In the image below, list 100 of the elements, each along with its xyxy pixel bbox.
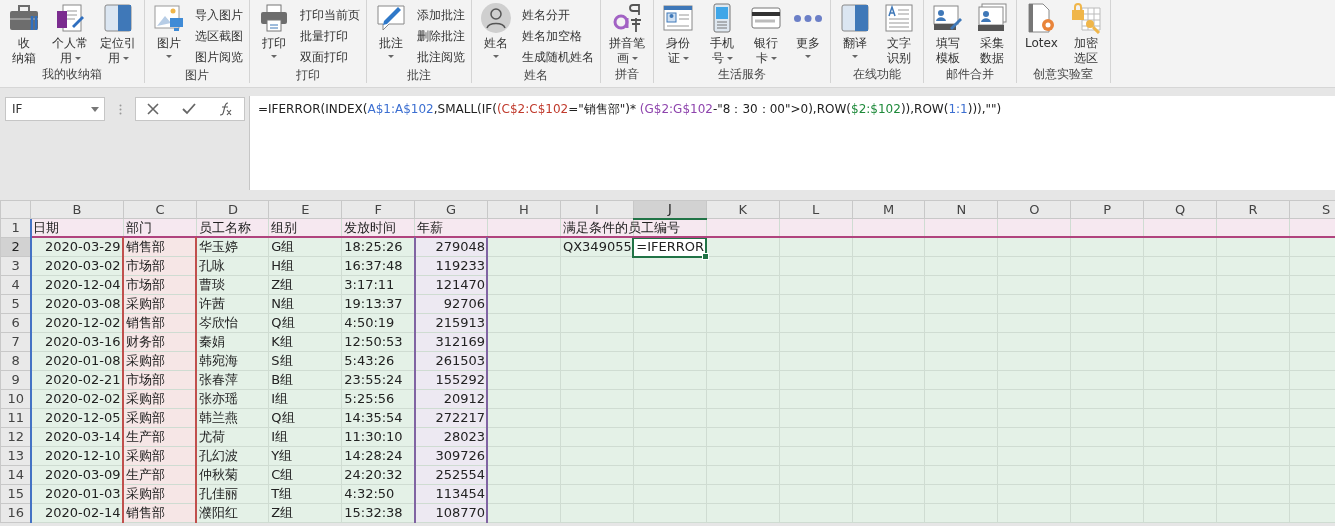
ribbon-menu-item[interactable]: 打印当前页	[298, 5, 362, 26]
ribbon-button[interactable]: 银行 卡	[746, 2, 786, 66]
ribbon-button[interactable]: 采集 数据	[972, 2, 1012, 66]
ribbon-button[interactable]: 更多	[790, 2, 826, 58]
ribbon-menu-item[interactable]: 批注阅览	[415, 47, 467, 68]
ribbon-button[interactable]: 翻译	[835, 2, 875, 58]
enter-icon[interactable]	[182, 103, 196, 115]
cell-text: K组	[271, 334, 293, 349]
row-header[interactable]: 6	[0, 313, 31, 333]
column-header[interactable]: R	[1216, 200, 1290, 219]
cell-text: B组	[271, 372, 294, 387]
group-label: 邮件合并	[945, 67, 995, 83]
split-panel-icon	[102, 2, 134, 34]
row-header[interactable]: 16	[0, 503, 31, 523]
row-header[interactable]: 12	[0, 427, 31, 447]
name-box[interactable]: IF	[5, 97, 105, 121]
cell-text: 2020-03-09	[44, 467, 121, 482]
ribbon-button[interactable]: 填写 模板	[928, 2, 968, 66]
cell-text: 财务部	[125, 334, 165, 349]
column-header[interactable]: J	[633, 200, 707, 219]
column-header[interactable]: S	[1289, 200, 1335, 219]
column-header[interactable]: O	[997, 200, 1071, 219]
row-header[interactable]: 11	[0, 408, 31, 428]
fill-handle[interactable]	[702, 252, 710, 260]
column-header[interactable]: D	[196, 200, 269, 219]
cell-text: 2020-01-08	[44, 353, 121, 368]
column-header[interactable]: L	[779, 200, 853, 219]
cell-text: 3:17:11	[344, 277, 395, 292]
cell-text: 309726	[435, 448, 486, 463]
ribbon-menu-item[interactable]: 姓名加空格	[520, 26, 596, 47]
column-header[interactable]: N	[925, 200, 998, 219]
cell-text: 5:43:26	[344, 353, 395, 368]
column-header[interactable]: F	[341, 200, 415, 219]
cell-text: 2020-02-02	[44, 391, 121, 406]
column-header[interactable]: Q	[1143, 200, 1217, 219]
column-header[interactable]: P	[1070, 200, 1144, 219]
row-header[interactable]: 15	[0, 484, 31, 504]
cell-text: 满足条件的员工编号	[562, 220, 680, 235]
column-header[interactable]: M	[852, 200, 925, 219]
ribbon-button[interactable]: 姓名	[476, 2, 516, 58]
ribbon-button[interactable]: 批注	[371, 2, 411, 58]
ribbon-menu-item[interactable]: 姓名分开	[520, 5, 596, 26]
row-header[interactable]: 2	[0, 237, 31, 257]
cell-text: 员工名称	[199, 220, 252, 235]
ribbon-button[interactable]: 打印	[254, 2, 294, 58]
ribbon-menu-item[interactable]: 生成随机姓名	[520, 47, 596, 68]
column-header[interactable]: H	[487, 200, 561, 219]
cell-text: 12:50:53	[344, 334, 403, 349]
formula-field[interactable]: =IFERROR(INDEX(A$1:A$102,SMALL(IF((C$2:C$102="销售部")* (G$2:G$102-"8：30：00">0),ROW($2:$102)),ROW(1:1))),"")	[249, 96, 1335, 190]
column-header[interactable]: B	[30, 200, 123, 219]
cell-text: Z组	[271, 505, 294, 520]
cell-text: 16:37:48	[344, 258, 403, 273]
row-header[interactable]: 8	[0, 351, 31, 371]
function-icon[interactable]	[218, 102, 233, 116]
ribbon-button[interactable]: 个人常 用	[48, 2, 92, 66]
ribbon-menu-item[interactable]: 双面打印	[298, 47, 362, 68]
ribbon-menu-item[interactable]: 选区截图	[193, 26, 245, 47]
cancel-icon[interactable]	[147, 103, 160, 115]
ribbon-menu-item[interactable]: 图片阅览	[193, 47, 245, 68]
row-header[interactable]: 13	[0, 446, 31, 466]
row-header[interactable]: 9	[0, 370, 31, 390]
ribbon-button[interactable]: 加密 选区	[1065, 2, 1106, 66]
ribbon-button[interactable]: Lotex	[1021, 2, 1062, 51]
ribbon-button[interactable]: 身份 证	[658, 2, 698, 66]
row-header[interactable]: 7	[0, 332, 31, 352]
ribbon-button[interactable]: 拼音笔 画	[605, 2, 649, 66]
cell-text: C组	[271, 467, 294, 482]
cell-text: 20912	[443, 391, 486, 406]
row-header[interactable]: 1	[0, 218, 31, 238]
cell-text: N组	[271, 296, 295, 311]
row-header[interactable]: 3	[0, 256, 31, 276]
row-header[interactable]: 10	[0, 389, 31, 409]
cell-text: 2020-02-14	[44, 505, 121, 520]
row-header[interactable]: 14	[0, 465, 31, 485]
column-header[interactable]: E	[268, 200, 342, 219]
ribbon-button[interactable]: 定位引 用	[96, 2, 140, 66]
row-header[interactable]: 4	[0, 275, 31, 295]
column-header[interactable]: I	[560, 200, 634, 219]
row-header[interactable]: 5	[0, 294, 31, 314]
ribbon-menu-item[interactable]: 批量打印	[298, 26, 362, 47]
cell-text: 发放时间	[344, 220, 397, 235]
column-header[interactable]: G	[414, 200, 488, 219]
cell-text: 2020-03-08	[44, 296, 121, 311]
ribbon-menu-item[interactable]: 导入图片	[193, 5, 245, 26]
ribbon-menu-item[interactable]: 添加批注	[415, 5, 467, 26]
ribbon-menu-item[interactable]: 删除批注	[415, 26, 467, 47]
cell-text: 279048	[435, 239, 486, 254]
cell-text: 日期	[33, 220, 60, 235]
cell-text: 2020-03-16	[44, 334, 121, 349]
cell-text: 韩兰燕	[199, 410, 239, 425]
column-header[interactable]: C	[123, 200, 197, 219]
cell-text: Q组	[271, 315, 295, 330]
column-header[interactable]: K	[706, 200, 780, 219]
cell-text: Z组	[271, 277, 294, 292]
cell-text: 24:20:32	[344, 467, 403, 482]
ribbon-button[interactable]: 收 纳箱	[4, 2, 44, 66]
ribbon-button[interactable]: 图片	[149, 2, 189, 58]
cell-text: 19:13:37	[344, 296, 403, 311]
ribbon-button[interactable]: 手机 号	[702, 2, 742, 66]
ribbon-button[interactable]: 文字 识别	[879, 2, 919, 66]
